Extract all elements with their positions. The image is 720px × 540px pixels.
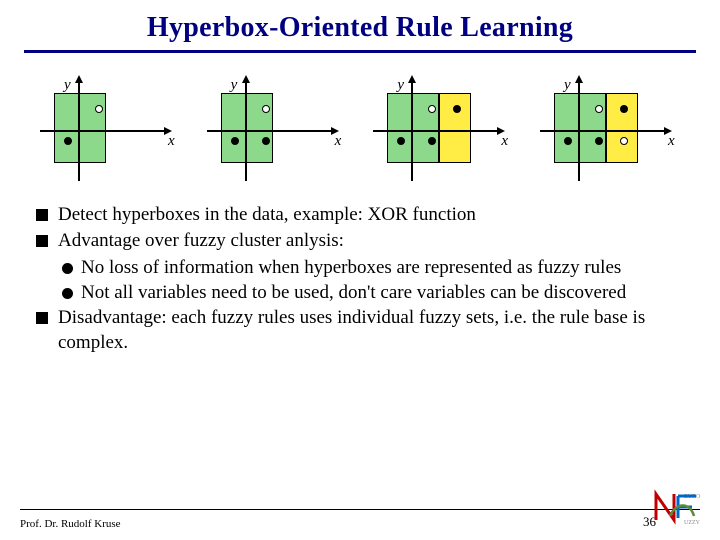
square-bullet-icon — [36, 209, 48, 221]
yellow-box — [439, 93, 471, 163]
bullet-item: Disadvantage: each fuzzy rules uses indi… — [36, 306, 684, 355]
y-label: y — [397, 77, 404, 94]
filled-point — [64, 137, 72, 145]
filled-point — [564, 137, 572, 145]
diagram-4: x y — [540, 75, 680, 185]
disc-bullet-icon — [62, 263, 73, 274]
x-axis — [40, 130, 170, 132]
open-point — [595, 105, 603, 113]
y-axis — [78, 81, 80, 181]
author-text: Prof. Dr. Rudolf Kruse — [20, 518, 121, 530]
diagram-2: x y — [207, 75, 347, 185]
footer-rule — [20, 509, 700, 510]
bullet-text: No loss of information when hyperboxes a… — [81, 256, 621, 280]
open-point — [95, 105, 103, 113]
y-axis — [245, 81, 247, 181]
footer: Prof. Dr. Rudolf Kruse 36 EURO UZZY — [0, 509, 720, 530]
bullet-text: Disadvantage: each fuzzy rules uses indi… — [58, 306, 684, 355]
x-axis — [207, 130, 337, 132]
sub-bullet-item: Not all variables need to be used, don't… — [62, 281, 684, 305]
square-bullet-icon — [36, 235, 48, 247]
x-axis — [540, 130, 670, 132]
bullet-text: Detect hyperboxes in the data, example: … — [58, 203, 476, 227]
diagram-3: x y — [373, 75, 513, 185]
bullet-item: Advantage over fuzzy cluster anlysis: — [36, 229, 684, 253]
green-box — [387, 93, 439, 163]
filled-point — [231, 137, 239, 145]
title-area: Hyperbox-Oriented Rule Learning — [0, 0, 720, 44]
y-axis — [578, 81, 580, 181]
y-label: y — [64, 77, 71, 94]
bullet-text: Advantage over fuzzy cluster anlysis: — [58, 229, 344, 253]
x-label: x — [501, 133, 508, 150]
bullet-item: Detect hyperboxes in the data, example: … — [36, 203, 684, 227]
x-axis — [373, 130, 503, 132]
diagram-1: x y — [40, 75, 180, 185]
page-title: Hyperbox-Oriented Rule Learning — [0, 12, 720, 44]
bullet-text: Not all variables need to be used, don't… — [81, 281, 626, 305]
filled-point — [262, 137, 270, 145]
y-label: y — [231, 77, 238, 94]
y-label: y — [564, 77, 571, 94]
filled-point — [620, 105, 628, 113]
content-area: Detect hyperboxes in the data, example: … — [0, 185, 720, 355]
y-axis — [411, 81, 413, 181]
green-box — [54, 93, 106, 163]
green-box — [554, 93, 606, 163]
x-label: x — [668, 133, 675, 150]
yellow-box — [606, 93, 638, 163]
x-label: x — [168, 133, 175, 150]
square-bullet-icon — [36, 312, 48, 324]
filled-point — [595, 137, 603, 145]
open-point — [620, 137, 628, 145]
disc-bullet-icon — [62, 288, 73, 299]
figure-row: x y x y x y x y — [0, 53, 720, 185]
svg-text:UZZY: UZZY — [684, 520, 701, 526]
open-point — [262, 105, 270, 113]
green-box — [221, 93, 273, 163]
sub-bullet-item: No loss of information when hyperboxes a… — [62, 256, 684, 280]
neurofuzzy-logo-icon: EURO UZZY — [652, 488, 712, 526]
x-label: x — [335, 133, 342, 150]
